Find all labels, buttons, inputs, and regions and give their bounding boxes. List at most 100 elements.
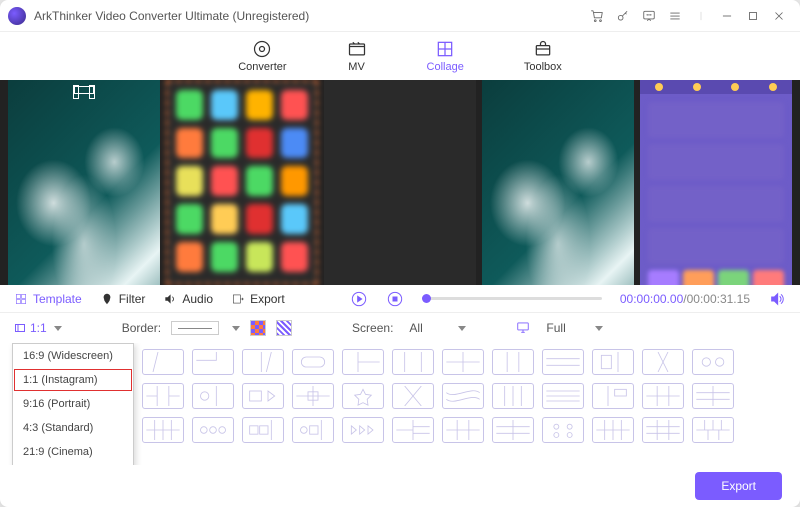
export-button[interactable]: Export: [695, 472, 782, 500]
maximize-button[interactable]: [740, 3, 766, 29]
layout-template[interactable]: [592, 383, 634, 409]
collage-slot-2[interactable]: [166, 80, 318, 285]
layout-template[interactable]: [192, 417, 234, 443]
aspect-option-16-9[interactable]: 16:9 (Widescreen): [13, 344, 133, 368]
nav-label: MV: [348, 61, 365, 73]
nav-mv[interactable]: MV: [347, 39, 367, 73]
border-color-picker[interactable]: [250, 320, 266, 336]
full-value: Full: [540, 319, 586, 337]
layout-template[interactable]: [692, 349, 734, 375]
converter-icon: [252, 39, 272, 59]
layout-template[interactable]: [492, 417, 534, 443]
options-bar: 1:1 Border: Screen: All Full: [0, 313, 800, 343]
nav-collage[interactable]: Collage: [427, 39, 464, 73]
layout-template[interactable]: [542, 383, 584, 409]
layout-template[interactable]: [192, 383, 234, 409]
layout-template[interactable]: [342, 383, 384, 409]
menu-icon[interactable]: [662, 3, 688, 29]
aspect-option-4-3[interactable]: 4:3 (Standard): [13, 416, 133, 440]
volume-button[interactable]: [768, 290, 786, 308]
border-pattern-picker[interactable]: [276, 320, 292, 336]
app-title: ArkThinker Video Converter Ultimate (Unr…: [34, 9, 309, 23]
layout-template[interactable]: [592, 349, 634, 375]
layout-template[interactable]: [592, 417, 634, 443]
crop-handle-icon[interactable]: [74, 86, 94, 94]
screen-value: All: [403, 319, 449, 337]
tab-label: Filter: [119, 292, 146, 306]
minimize-button[interactable]: [714, 3, 740, 29]
app-window: ArkThinker Video Converter Ultimate (Unr…: [0, 0, 800, 507]
tab-filter[interactable]: Filter: [100, 292, 146, 306]
screen-select[interactable]: All: [403, 319, 466, 337]
layout-template[interactable]: [542, 349, 584, 375]
nav-converter[interactable]: Converter: [238, 39, 286, 73]
stop-button[interactable]: [386, 290, 404, 308]
app-logo-icon: [8, 7, 26, 25]
aspect-option-custom[interactable]: Custom&Others: [13, 464, 133, 465]
progress-thumb[interactable]: [422, 294, 431, 303]
collage-preview: [0, 80, 800, 285]
templates-panel: 16:9 (Widescreen) 1:1 (Instagram) 9:16 (…: [0, 343, 800, 465]
layout-template[interactable]: [442, 349, 484, 375]
aspect-option-1-1[interactable]: 1:1 (Instagram): [13, 368, 133, 392]
feedback-icon[interactable]: [636, 3, 662, 29]
layout-template[interactable]: [242, 383, 284, 409]
layout-template[interactable]: [692, 383, 734, 409]
layout-template[interactable]: [392, 349, 434, 375]
nav-label: Collage: [427, 61, 464, 73]
collage-slot-5[interactable]: [640, 80, 792, 285]
layout-template[interactable]: [642, 417, 684, 443]
time-display: 00:00:00.00/00:00:31.15: [620, 292, 750, 306]
nav-toolbox[interactable]: Toolbox: [524, 39, 562, 73]
monitor-icon: [516, 320, 530, 337]
border-style-select[interactable]: [171, 321, 219, 335]
layout-template[interactable]: [542, 417, 584, 443]
aspect-option-9-16[interactable]: 9:16 (Portrait): [13, 392, 133, 416]
divider: [688, 3, 714, 29]
tab-label: Template: [33, 292, 82, 306]
layout-template[interactable]: [142, 349, 184, 375]
tab-audio[interactable]: Audio: [163, 292, 213, 306]
layout-template[interactable]: [692, 417, 734, 443]
collage-icon: [435, 39, 455, 59]
fullscreen-select[interactable]: Full: [540, 319, 603, 337]
chevron-down-icon: [458, 326, 466, 331]
layout-template[interactable]: [342, 349, 384, 375]
layout-template[interactable]: [442, 383, 484, 409]
layout-template[interactable]: [392, 383, 434, 409]
layout-template[interactable]: [142, 383, 184, 409]
layout-template[interactable]: [392, 417, 434, 443]
collage-slot-4[interactable]: [482, 80, 634, 285]
tab-template[interactable]: Template: [14, 292, 82, 306]
layout-template[interactable]: [192, 349, 234, 375]
layout-template[interactable]: [492, 383, 534, 409]
layout-template[interactable]: [242, 417, 284, 443]
aspect-value: 1:1: [30, 321, 47, 335]
layout-template[interactable]: [342, 417, 384, 443]
layout-template[interactable]: [442, 417, 484, 443]
layout-template[interactable]: [292, 383, 334, 409]
aspect-option-21-9[interactable]: 21:9 (Cinema): [13, 440, 133, 464]
chevron-down-icon: [595, 326, 603, 331]
layout-template[interactable]: [142, 417, 184, 443]
progress-slider[interactable]: [422, 297, 602, 300]
layout-template[interactable]: [292, 417, 334, 443]
border-label: Border:: [122, 321, 161, 335]
nav-label: Converter: [238, 61, 286, 73]
collage-slot-1[interactable]: [8, 80, 160, 285]
collage-slot-3[interactable]: [324, 80, 476, 285]
layout-template[interactable]: [642, 349, 684, 375]
key-icon[interactable]: [610, 3, 636, 29]
chevron-down-icon: [232, 326, 240, 331]
play-button[interactable]: [350, 290, 368, 308]
aspect-ratio-dropdown[interactable]: 1:1: [14, 321, 62, 335]
cart-icon[interactable]: [584, 3, 610, 29]
layout-template[interactable]: [292, 349, 334, 375]
time-current: 00:00:00.00: [620, 292, 683, 306]
layout-template[interactable]: [492, 349, 534, 375]
layout-template[interactable]: [642, 383, 684, 409]
aspect-icon: [14, 322, 26, 334]
close-button[interactable]: [766, 3, 792, 29]
layout-template[interactable]: [242, 349, 284, 375]
tab-export[interactable]: Export: [231, 292, 285, 306]
